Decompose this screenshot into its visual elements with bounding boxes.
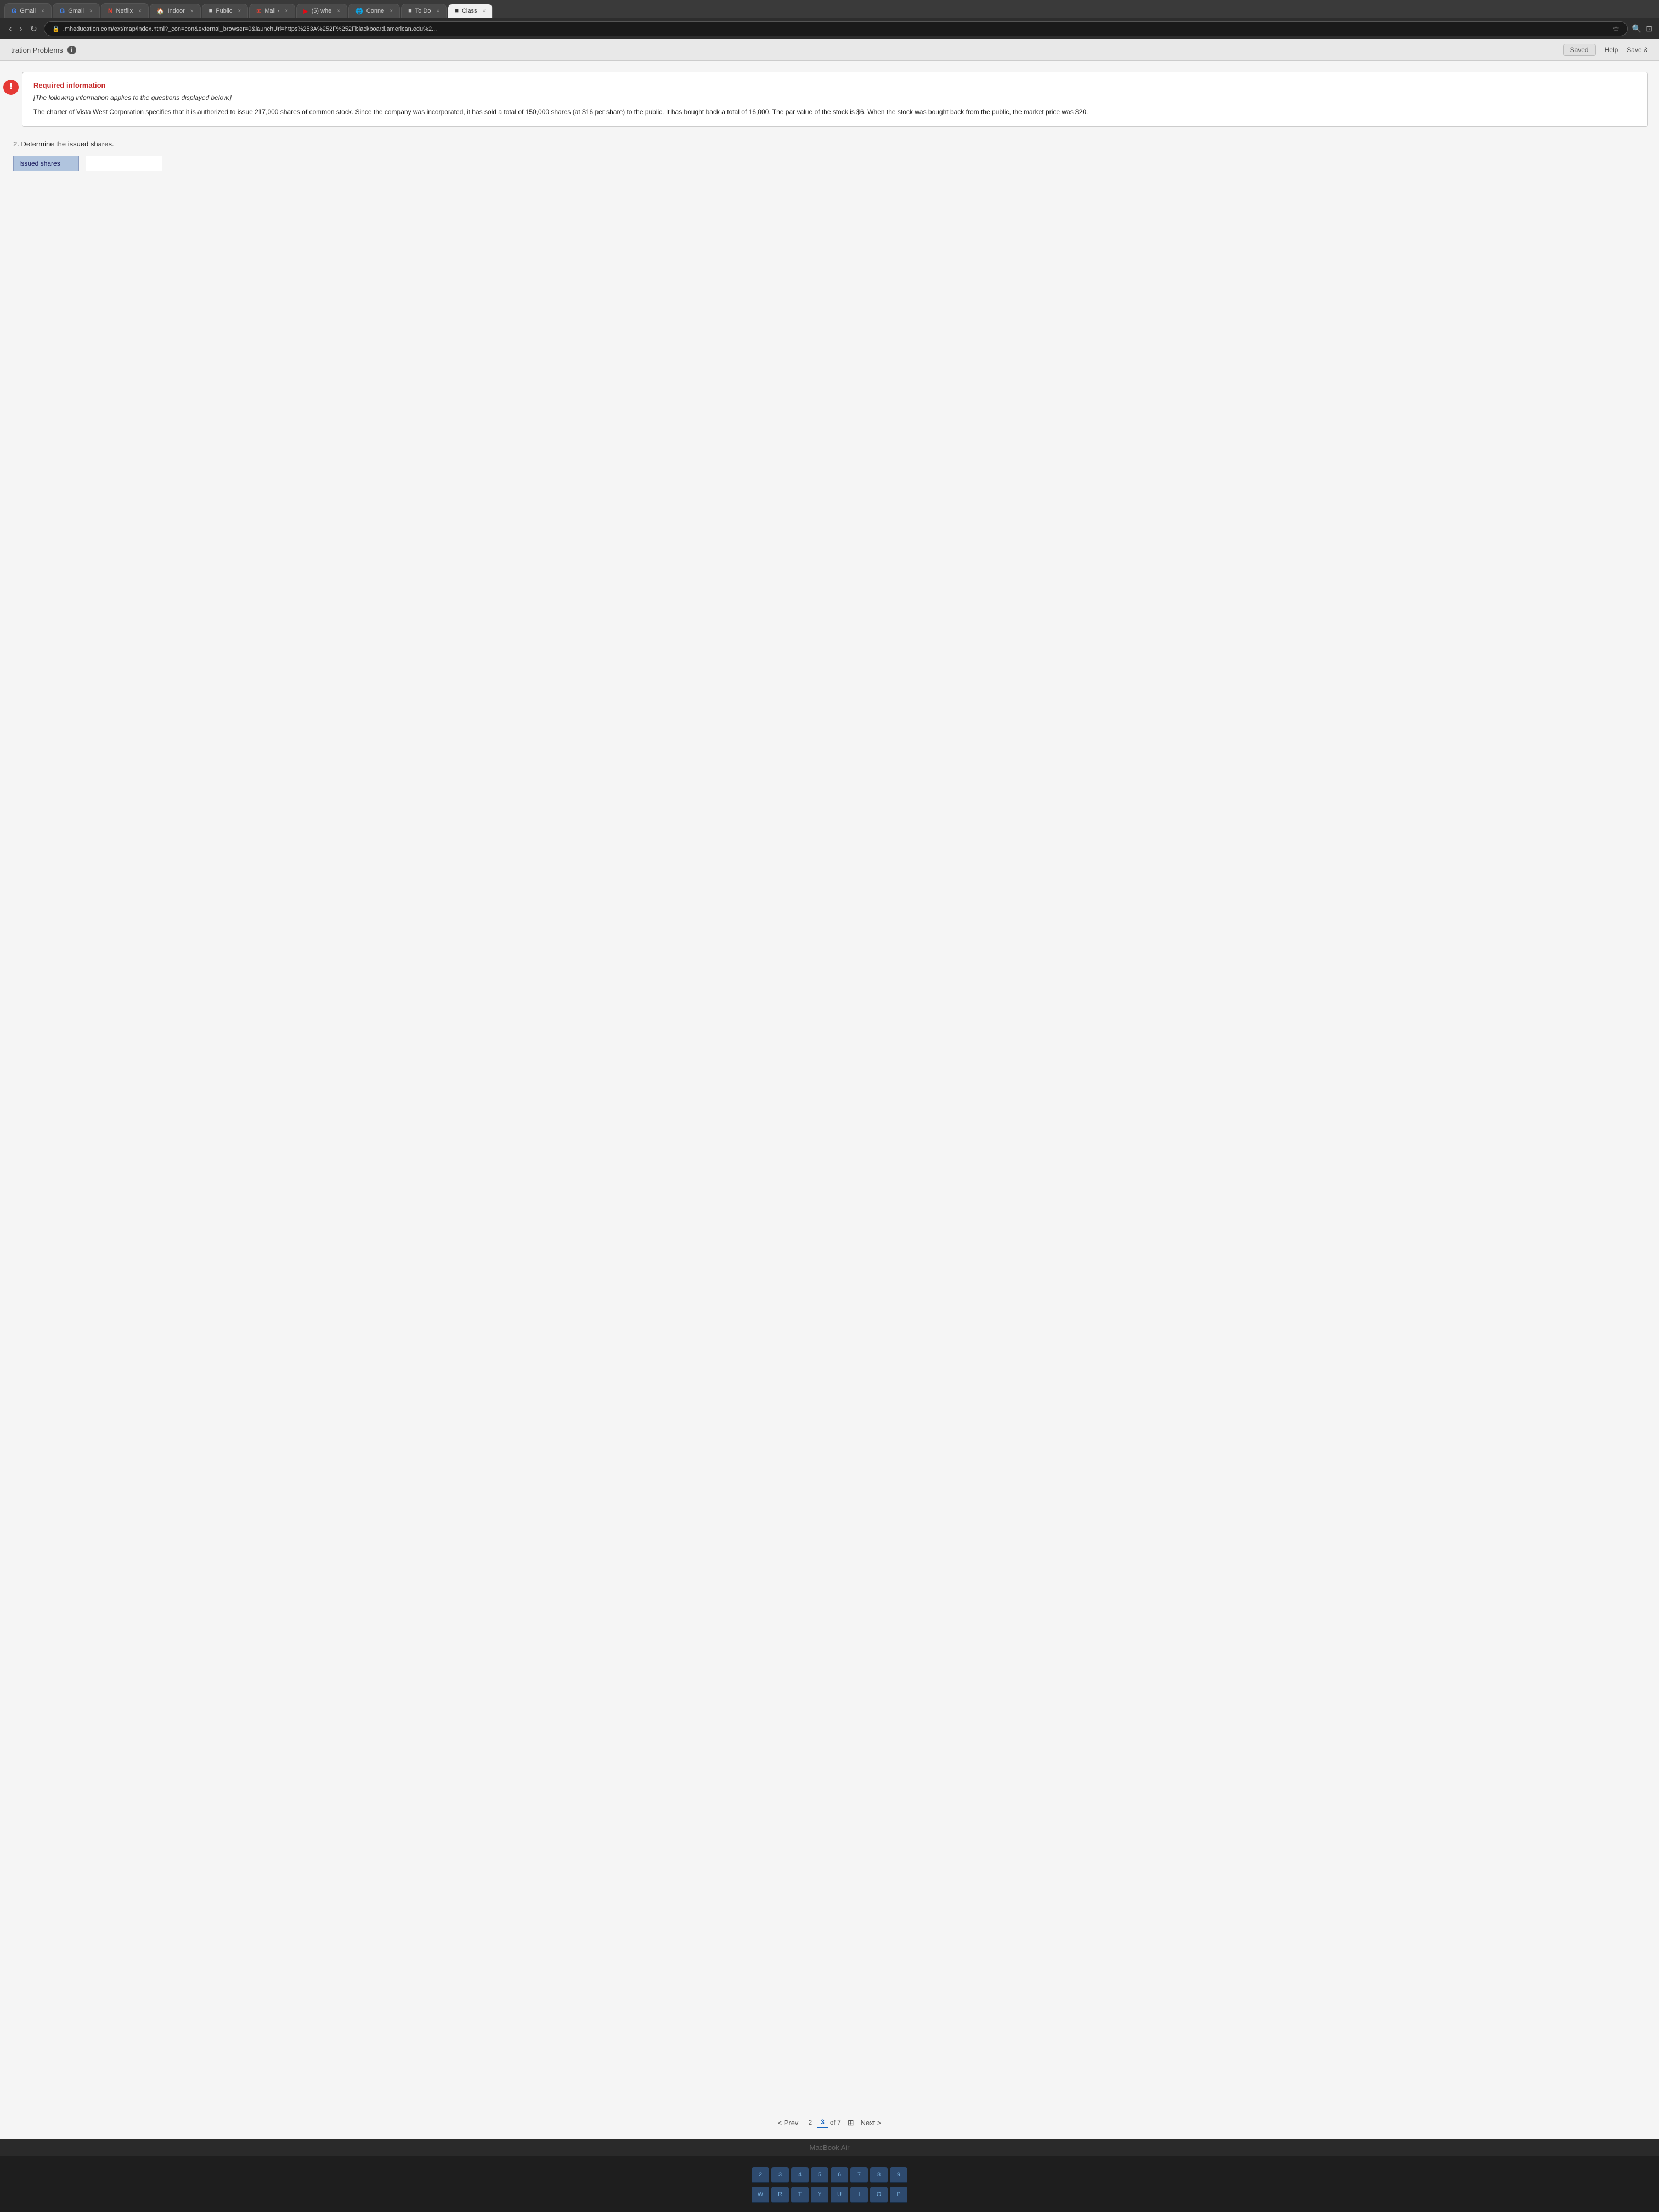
address-bar[interactable]: 🔒 .mheducation.com/ext/map/index.html?_c… (44, 21, 1628, 36)
macbook-label: MacBook Air (0, 2139, 1659, 2156)
tab-close-conne[interactable]: × (390, 8, 393, 14)
prev-button[interactable]: < Prev (778, 2119, 799, 2127)
required-info-box: Required information [The following info… (22, 72, 1648, 127)
key-y[interactable]: Y (811, 2187, 828, 2203)
tab-public[interactable]: ■ Public × (202, 4, 248, 18)
field-label: Issued shares (13, 156, 79, 171)
saved-badge: Saved (1563, 44, 1596, 56)
header-right: Saved Help Save & (1563, 44, 1648, 56)
app-title: tration Problems (11, 46, 63, 54)
form-row: Issued shares (13, 156, 1646, 171)
pagination: < Prev 2 3 of 7 ⊞ Next > (0, 2106, 1659, 2139)
search-icon[interactable]: 🔍 (1632, 24, 1641, 33)
keyboard-row-numbers: 2 3 4 5 6 7 8 9 (16, 2167, 1643, 2183)
main-content: ! Required information [The following in… (0, 61, 1659, 2106)
question-number: 2. (13, 140, 21, 148)
forward-button[interactable]: › (17, 23, 24, 35)
issued-shares-input[interactable] (86, 156, 162, 171)
key-r[interactable]: R (771, 2187, 789, 2203)
tab-close-mail[interactable]: × (285, 8, 288, 14)
tab-todo[interactable]: ■ To Do × (401, 4, 447, 18)
tab-conne[interactable]: 🌐 Conne × (348, 4, 400, 18)
required-info-body: The charter of Vista West Corporation sp… (33, 107, 1637, 117)
key-i[interactable]: I (850, 2187, 868, 2203)
question-text: Determine the issued shares. (21, 140, 114, 148)
tab-close-gmail1[interactable]: × (41, 8, 44, 14)
save-button[interactable]: Save & (1627, 46, 1648, 54)
tab-close-class[interactable]: × (482, 8, 486, 14)
key-p[interactable]: P (890, 2187, 907, 2203)
page-total: of 7 (830, 2119, 841, 2126)
alert-icon: ! (3, 80, 19, 95)
tab-close-whe[interactable]: × (337, 8, 340, 14)
tab-gmail-1[interactable]: G Gmail × (4, 3, 52, 18)
tab-close-todo[interactable]: × (436, 8, 439, 14)
question-label: 2. Determine the issued shares. (13, 140, 1646, 148)
tab-class[interactable]: ■ Class × (448, 4, 493, 18)
key-8[interactable]: 8 (870, 2167, 888, 2183)
key-5[interactable]: 5 (811, 2167, 828, 2183)
lock-icon: 🔒 (52, 25, 60, 32)
key-3[interactable]: 3 (771, 2167, 789, 2183)
grid-icon[interactable]: ⊞ (848, 2118, 854, 2128)
required-info-subtitle: [The following information applies to th… (33, 94, 1637, 101)
tab-bar: G Gmail × G Gmail × N Netflix × 🏠 Indoor… (0, 0, 1659, 18)
bookmark-icon[interactable]: ☆ (1612, 24, 1620, 33)
address-text: .mheducation.com/ext/map/index.html?_con… (63, 26, 1610, 32)
tab-indoor[interactable]: 🏠 Indoor × (150, 4, 201, 18)
help-button[interactable]: Help (1605, 46, 1618, 54)
tab-close-gmail2[interactable]: × (89, 8, 93, 14)
tab-close-public[interactable]: × (238, 8, 241, 14)
key-2[interactable]: 2 (752, 2167, 769, 2183)
key-9[interactable]: 9 (890, 2167, 907, 2183)
tab-close-indoor[interactable]: × (190, 8, 194, 14)
key-t[interactable]: T (791, 2187, 809, 2203)
nav-buttons: ‹ › ↻ (7, 22, 40, 36)
required-info-container: ! Required information [The following in… (11, 72, 1648, 127)
app-header: tration Problems i Saved Help Save & (0, 40, 1659, 61)
info-icon[interactable]: i (67, 46, 76, 54)
keyboard-area: 2 3 4 5 6 7 8 9 W R T Y U I O P (0, 2156, 1659, 2212)
address-bar-row: ‹ › ↻ 🔒 .mheducation.com/ext/map/index.h… (0, 18, 1659, 40)
tab-mail[interactable]: ✉ Mail · × (249, 4, 295, 18)
page-3-current[interactable]: 3 (817, 2117, 828, 2128)
tab-close-netflix[interactable]: × (138, 8, 142, 14)
back-button[interactable]: ‹ (7, 23, 14, 35)
browser-chrome: G Gmail × G Gmail × N Netflix × 🏠 Indoor… (0, 0, 1659, 40)
more-icon[interactable]: ⊡ (1646, 24, 1652, 33)
key-4[interactable]: 4 (791, 2167, 809, 2183)
tab-netflix[interactable]: N Netflix × (101, 3, 149, 18)
next-button[interactable]: Next > (861, 2119, 882, 2127)
key-7[interactable]: 7 (850, 2167, 868, 2183)
key-u[interactable]: U (831, 2187, 848, 2203)
keyboard-row-letters: W R T Y U I O P (16, 2187, 1643, 2203)
browser-content: tration Problems i Saved Help Save & ! R… (0, 40, 1659, 2139)
question-section: 2. Determine the issued shares. Issued s… (11, 140, 1648, 171)
required-info-title: Required information (33, 81, 1637, 89)
tab-gmail-2[interactable]: G Gmail × (53, 3, 100, 18)
key-6[interactable]: 6 (831, 2167, 848, 2183)
page-numbers: 2 3 of 7 (805, 2117, 840, 2128)
key-o[interactable]: O (870, 2187, 888, 2203)
tab-whe[interactable]: ▶ (5) whe × (296, 4, 347, 18)
key-w[interactable]: W (752, 2187, 769, 2203)
refresh-button[interactable]: ↻ (28, 22, 40, 36)
page-2[interactable]: 2 (805, 2118, 815, 2128)
